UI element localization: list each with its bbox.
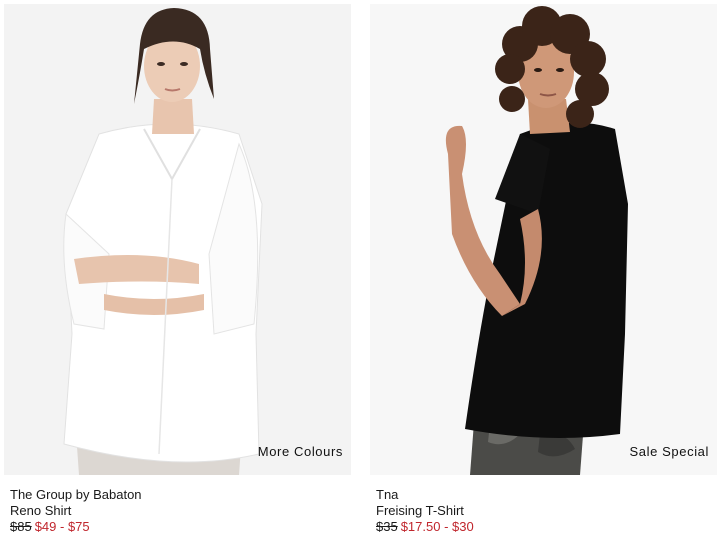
- original-price: $35: [376, 519, 398, 534]
- product-badge: Sale Special: [629, 444, 709, 459]
- product-info: Tna Freising T-Shirt $35 $17.50 - $30: [376, 487, 711, 535]
- product-image[interactable]: Sale Special: [370, 4, 717, 475]
- product-grid: More Colours The Group by Babaton Reno S…: [0, 0, 719, 538]
- price-row: $85 $49 - $75: [10, 519, 345, 535]
- product-name[interactable]: Freising T-Shirt: [376, 503, 711, 519]
- price-row: $35 $17.50 - $30: [376, 519, 711, 535]
- product-badge: More Colours: [257, 444, 343, 459]
- woman-black-tshirt-photo: [370, 4, 717, 475]
- sale-price: $49 - $75: [34, 519, 90, 534]
- sale-price: $17.50 - $30: [400, 519, 474, 534]
- product-name[interactable]: Reno Shirt: [10, 503, 345, 519]
- product-brand[interactable]: Tna: [376, 487, 711, 503]
- woman-white-shirt-photo: [4, 4, 351, 475]
- product-brand[interactable]: The Group by Babaton: [10, 487, 345, 503]
- product-card-freising-tshirt[interactable]: Sale Special Tna Freising T-Shirt $35 $17…: [370, 0, 717, 538]
- product-image[interactable]: More Colours: [4, 4, 351, 475]
- product-card-reno-shirt[interactable]: More Colours The Group by Babaton Reno S…: [4, 0, 351, 538]
- product-info: The Group by Babaton Reno Shirt $85 $49 -…: [10, 487, 345, 535]
- original-price: $85: [10, 519, 32, 534]
